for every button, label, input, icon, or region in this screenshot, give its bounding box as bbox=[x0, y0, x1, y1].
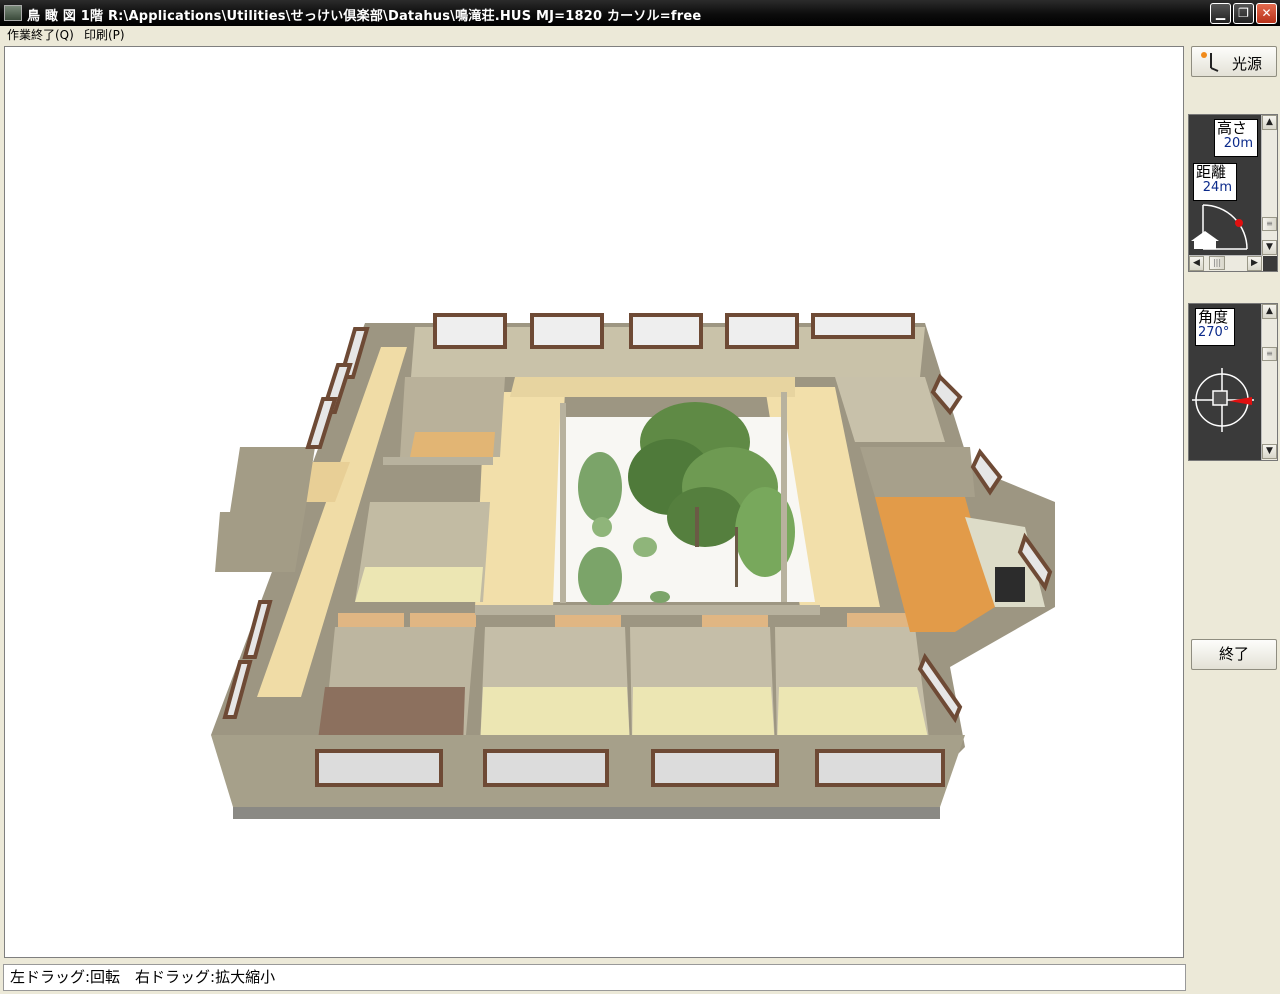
scroll-thumb[interactable]: ≡ bbox=[1262, 217, 1277, 231]
angle-label: 角度 bbox=[1198, 308, 1229, 326]
compass-crosshair-icon[interactable] bbox=[1192, 362, 1260, 434]
scroll-left-button[interactable]: ◀ bbox=[1189, 256, 1204, 271]
title-bar: 鳥 瞰 図 1階 R:\Applications\Utilities\せっけい倶… bbox=[0, 0, 1280, 26]
height-value: 20m bbox=[1223, 136, 1253, 151]
menu-item-quit[interactable]: 作業終了(Q) bbox=[7, 26, 74, 43]
angle-box: 角度 270° bbox=[1195, 308, 1235, 346]
scroll-down-button[interactable]: ▼ bbox=[1262, 240, 1277, 255]
distance-box: 距離 24m bbox=[1193, 163, 1237, 201]
end-button[interactable]: 終了 bbox=[1191, 639, 1277, 670]
scroll-thumb[interactable]: ≡ bbox=[1262, 347, 1277, 361]
camera-position-marker bbox=[1235, 219, 1243, 227]
lamp-icon bbox=[1201, 52, 1219, 72]
scroll-down-button[interactable]: ▼ bbox=[1262, 444, 1277, 459]
hscroll-thumb[interactable]: ||| bbox=[1209, 256, 1225, 270]
height-label: 高さ bbox=[1217, 119, 1248, 137]
height-box: 高さ 20m bbox=[1214, 119, 1258, 157]
camera-vscrollbar[interactable]: ▲ ≡ ▼ bbox=[1261, 115, 1277, 256]
birds-eye-viewport[interactable] bbox=[4, 46, 1184, 958]
close-button[interactable]: ✕ bbox=[1256, 3, 1277, 24]
angle-vscrollbar[interactable]: ▲ ≡ ▼ bbox=[1261, 304, 1277, 460]
scroll-right-button[interactable]: ▶ bbox=[1247, 256, 1262, 271]
camera-hscrollbar[interactable]: ◀ ||| ▶ bbox=[1189, 255, 1263, 271]
minimize-button[interactable]: ▁ bbox=[1210, 3, 1231, 24]
distance-label: 距離 bbox=[1196, 163, 1227, 181]
maximize-button[interactable]: ❐ bbox=[1233, 3, 1254, 24]
house-3d-model[interactable] bbox=[5, 47, 1185, 959]
menu-item-print[interactable]: 印刷(P) bbox=[84, 26, 125, 43]
light-source-label: 光源 bbox=[1232, 55, 1263, 73]
angle-value: 270° bbox=[1198, 325, 1230, 340]
status-bar: 左ドラッグ:回転 右ドラッグ:拡大縮小 bbox=[3, 964, 1186, 991]
camera-elevation-dial[interactable] bbox=[1189, 201, 1261, 253]
window-title: 鳥 瞰 図 1階 R:\Applications\Utilities\せっけい倶… bbox=[27, 9, 702, 24]
app-icon[interactable] bbox=[4, 5, 22, 21]
scroll-up-button[interactable]: ▲ bbox=[1262, 304, 1277, 319]
angle-panel[interactable]: 角度 270° ▲ ≡ ▼ bbox=[1188, 303, 1278, 461]
camera-panel[interactable]: 高さ 20m 距離 24m ▲ ≡ ▼ ◀ ||| ▶ bbox=[1188, 114, 1278, 272]
light-source-button[interactable]: 光源 bbox=[1191, 46, 1277, 77]
menu-bar: 作業終了(Q) 印刷(P) bbox=[0, 26, 1280, 42]
house-icon bbox=[1191, 231, 1219, 249]
scroll-up-button[interactable]: ▲ bbox=[1262, 115, 1277, 130]
distance-value: 24m bbox=[1202, 180, 1232, 195]
